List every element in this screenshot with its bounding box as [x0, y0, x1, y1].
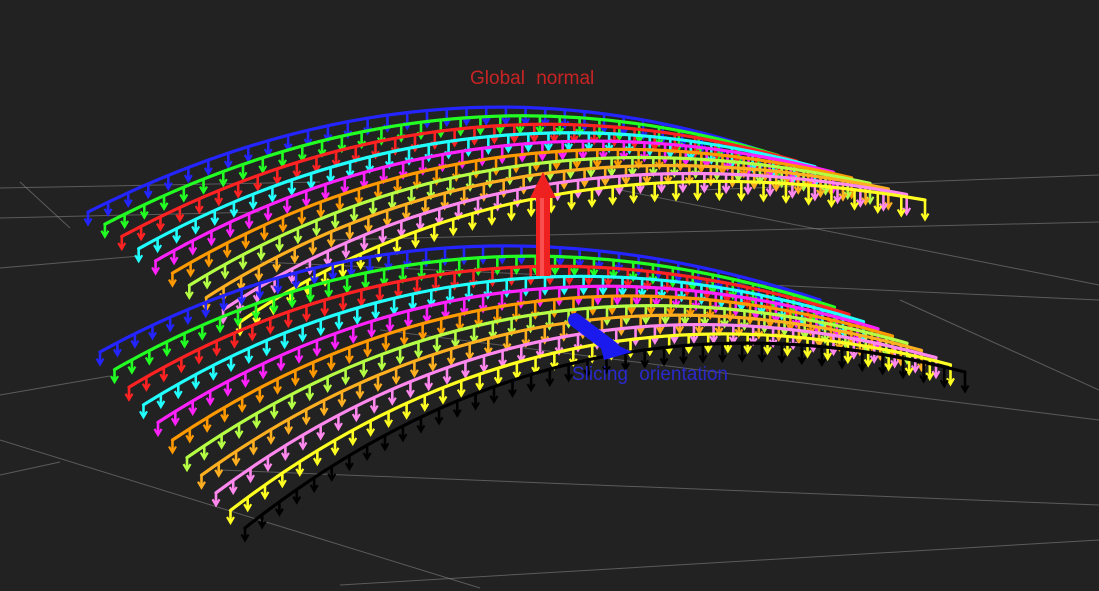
toolpath — [197, 313, 926, 490]
grid-line — [329, 221, 1099, 241]
lower-arch-layer — [95, 244, 970, 543]
grid-line — [339, 539, 1099, 586]
grid-line — [0, 255, 141, 269]
grid-line — [219, 469, 1099, 506]
3d-viewport[interactable]: Global normal Slicing orientation — [0, 0, 1099, 591]
scene-canvas[interactable] — [0, 0, 1099, 591]
grid-line — [0, 461, 61, 476]
grid-line — [0, 375, 111, 396]
toolpath — [211, 322, 941, 508]
normal-shaft-highlight — [540, 196, 544, 276]
grid-line — [19, 181, 71, 229]
grid-line — [0, 439, 481, 589]
